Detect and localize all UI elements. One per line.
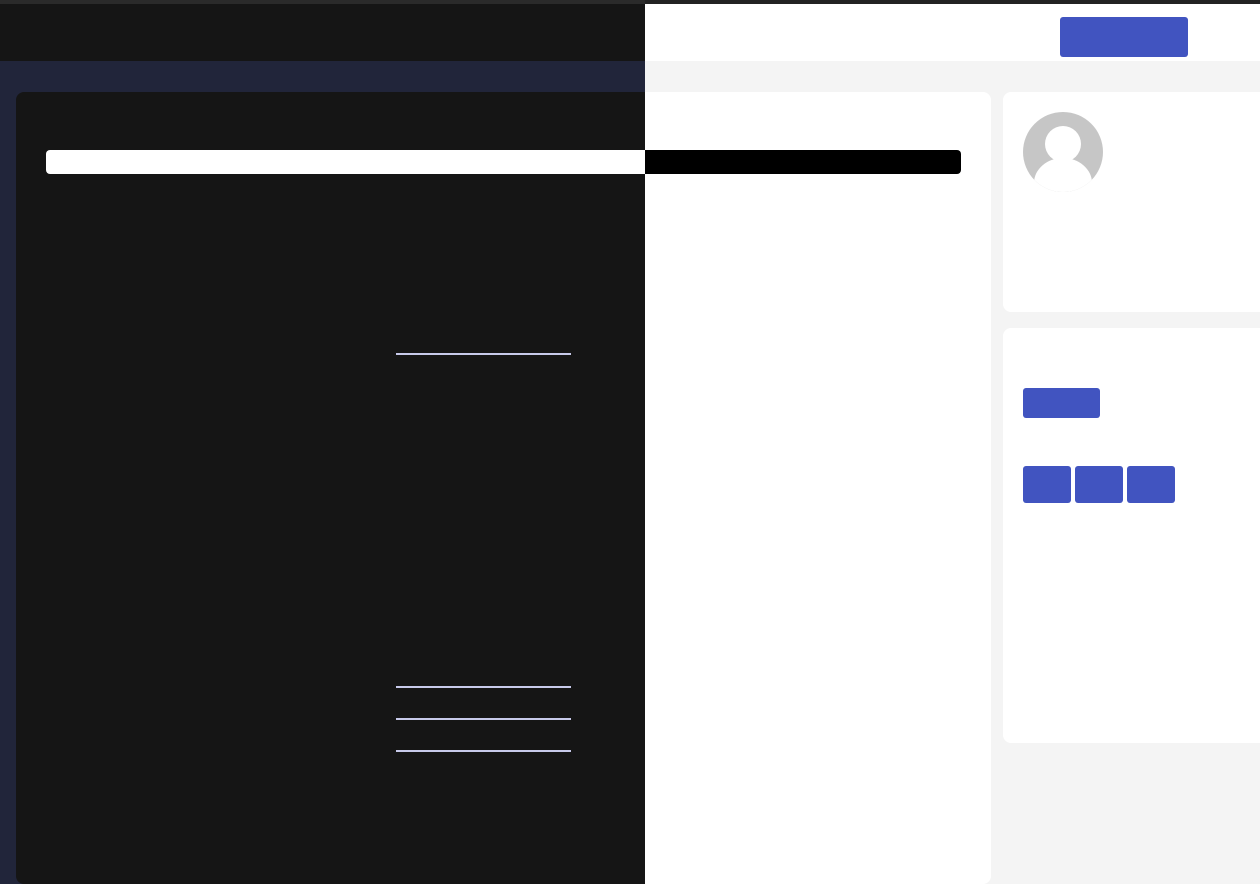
actions-card — [1003, 328, 1260, 743]
content-link-1[interactable] — [396, 353, 571, 355]
action-button-2[interactable] — [1075, 466, 1123, 503]
content-link-4[interactable] — [396, 750, 571, 752]
main-content-card — [16, 92, 991, 884]
action-button-3[interactable] — [1127, 466, 1175, 503]
search-input[interactable] — [46, 150, 961, 174]
action-button-1[interactable] — [1023, 466, 1071, 503]
content-link-3[interactable] — [396, 718, 571, 720]
header-primary-button[interactable] — [1060, 17, 1188, 57]
action-primary-button[interactable] — [1023, 388, 1100, 418]
profile-card — [1003, 92, 1260, 312]
avatar-body-shape — [1034, 158, 1092, 192]
content-link-2[interactable] — [396, 686, 571, 688]
top-navigation-bar — [0, 4, 1260, 61]
user-avatar-icon[interactable] — [1023, 112, 1103, 192]
avatar-head-shape — [1045, 126, 1081, 162]
